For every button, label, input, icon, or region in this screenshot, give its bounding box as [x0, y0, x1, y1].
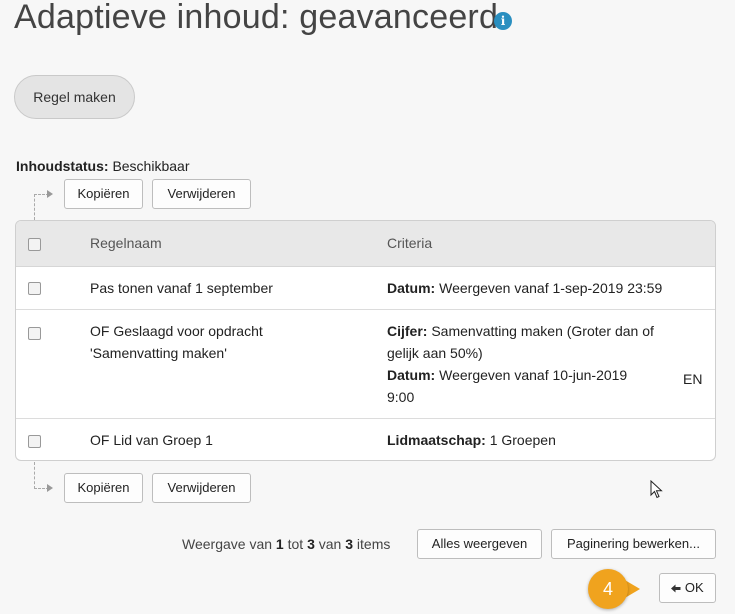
- criteria-text: Weergeven vanaf 1-sep-2019 23:59: [439, 280, 663, 296]
- create-rule-button[interactable]: Regel maken: [14, 75, 135, 119]
- criteria-line: 9:00: [387, 389, 415, 405]
- pagination-from: 1: [275, 536, 284, 552]
- copy-button-top[interactable]: Kopiëren: [64, 179, 143, 209]
- criteria-label: Lidmaatschap:: [387, 432, 486, 448]
- page-title: Adaptieve inhoud: geavanceerd: [14, 0, 499, 36]
- delete-button-top[interactable]: Verwijderen: [152, 179, 251, 209]
- table-row: OF Lid van Groep 1 Lidmaatschap: 1 Groep…: [16, 419, 715, 460]
- edit-pagination-button[interactable]: Paginering bewerken...: [551, 529, 716, 559]
- copy-button-bottom[interactable]: Kopiëren: [64, 473, 143, 503]
- pagination-summary: Weergave van 1 tot 3 van 3 items: [182, 536, 390, 552]
- info-icon[interactable]: i: [494, 12, 512, 30]
- content-status: Inhoudstatus: Beschikbaar: [16, 158, 189, 174]
- show-all-button[interactable]: Alles weergeven: [417, 529, 542, 559]
- row-checkbox[interactable]: [28, 282, 41, 295]
- column-header-name[interactable]: Regelnaam: [90, 235, 162, 251]
- rule-name-line: 'Samenvatting maken': [90, 345, 227, 361]
- table-header: Regelnaam Criteria: [16, 221, 715, 267]
- criteria-label: Datum:: [387, 367, 436, 383]
- rule-criteria: Cijfer: Samenvatting maken (Groter dan o…: [387, 320, 687, 408]
- select-all-checkbox[interactable]: [28, 238, 41, 251]
- criteria-text: Weergeven vanaf 10-jun-2019: [439, 367, 628, 383]
- rule-criteria: Lidmaatschap: 1 Groepen: [387, 429, 556, 451]
- criteria-line: Cijfer: Samenvatting maken (Groter dan o…: [387, 320, 687, 342]
- rule-criteria: Datum: Weergeven vanaf 1-sep-2019 23:59: [387, 277, 662, 299]
- ok-button[interactable]: OK: [659, 573, 716, 603]
- row-checkbox[interactable]: [28, 435, 41, 448]
- criteria-text: Samenvatting maken (Groter dan of: [431, 323, 654, 339]
- rule-name[interactable]: Pas tonen vanaf 1 september: [90, 277, 273, 299]
- status-value: Beschikbaar: [112, 158, 190, 174]
- status-label: Inhoudstatus:: [16, 158, 109, 174]
- rules-table: Regelnaam Criteria Pas tonen vanaf 1 sep…: [15, 220, 716, 461]
- pagination-of-word: van: [318, 536, 342, 552]
- pagination-to: 3: [307, 536, 315, 552]
- pagination-prefix: Weergave van: [182, 536, 273, 552]
- back-arrow-icon: [671, 584, 681, 593]
- connector-arrow-icon: [47, 190, 53, 198]
- rule-name[interactable]: OF Geslaagd voor opdracht 'Samenvatting …: [90, 320, 263, 364]
- ok-label: OK: [684, 580, 704, 595]
- row-checkbox[interactable]: [28, 327, 41, 340]
- rule-name-line: OF Geslaagd voor opdracht: [90, 323, 263, 339]
- mouse-cursor-icon: [650, 480, 663, 499]
- rule-name[interactable]: OF Lid van Groep 1: [90, 429, 213, 451]
- criteria-line: Datum: Weergeven vanaf 10-jun-2019: [387, 364, 687, 386]
- table-row: Pas tonen vanaf 1 september Datum: Weerg…: [16, 266, 715, 310]
- table-row: OF Geslaagd voor opdracht 'Samenvatting …: [16, 310, 715, 419]
- criteria-label: Cijfer:: [387, 323, 428, 339]
- criteria-text: 1 Groepen: [489, 432, 556, 448]
- delete-button-bottom[interactable]: Verwijderen: [152, 473, 251, 503]
- pagination-suffix: items: [356, 536, 391, 552]
- pagination-to-word: tot: [287, 536, 304, 552]
- pagination-total: 3: [345, 536, 354, 552]
- connector-arrow-icon: [47, 484, 53, 492]
- step-callout-badge: 4: [588, 569, 628, 609]
- criteria-line: gelijk aan 50%): [387, 345, 483, 361]
- column-header-criteria[interactable]: Criteria: [387, 235, 432, 251]
- language-badge: EN: [683, 371, 703, 387]
- criteria-label: Datum:: [387, 280, 436, 296]
